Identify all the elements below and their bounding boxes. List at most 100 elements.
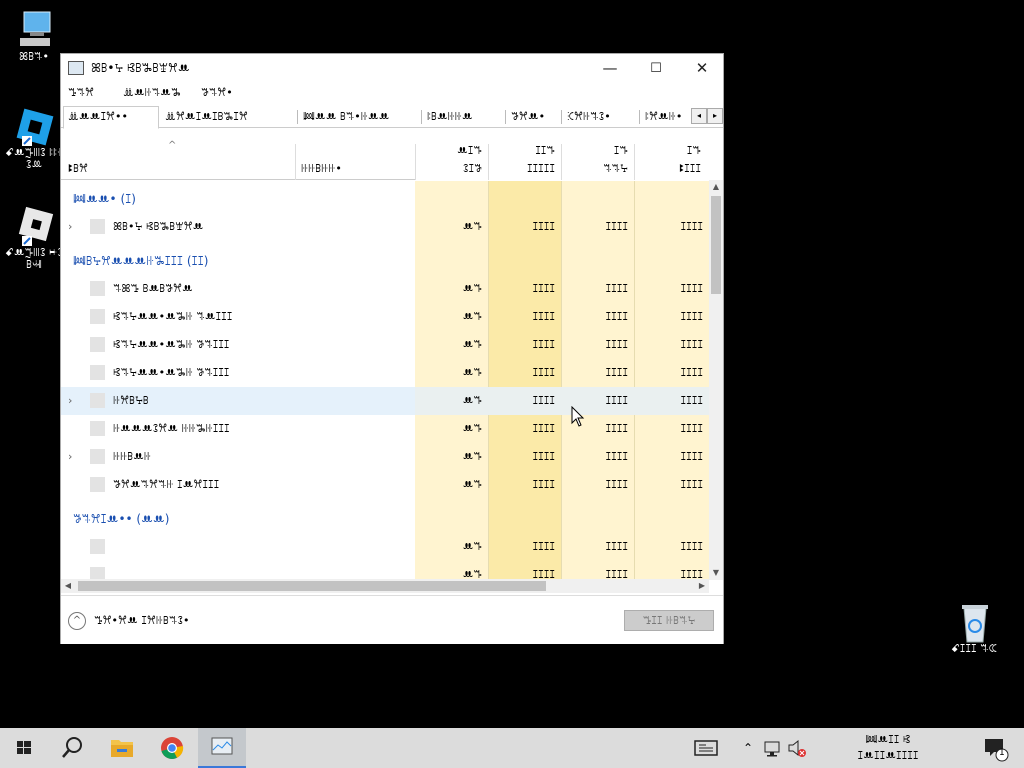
column-network[interactable]: ꕯꔒ ꔪꕯꕯꕯ: [634, 132, 707, 180]
scroll-down-icon[interactable]: ▼: [709, 566, 723, 580]
process-row[interactable]: › ꖍꖍꕗꔚꖍ ꔚꔒ ꕯꕯꕯꕯ ꕯꕯꕯꕯ ꕯꕯꕯꕯ: [61, 443, 709, 471]
expand-chevron-icon[interactable]: ›: [68, 394, 72, 407]
process-cpu-cell: ꔚꔒ: [462, 568, 482, 580]
desktop-icon-roblox-studio[interactable]: ꗃꔚꔓꔖꕘ ꖎꖎꖌꕘꔛ: [4, 104, 64, 171]
process-net-cell: ꕯꕯꕯꕯ: [680, 450, 703, 463]
tab-services[interactable]: ꖎꕮꔚꖍ•: [641, 107, 693, 128]
process-row[interactable]: ꖍꔚꔚꔚꕘꕮꔚ ꖍꖍꖆꖍꕯꕯꕯ ꔚꔒ ꕯꕯꕯꕯ ꕯꕯꕯꕯ ꕯꕯꕯꕯ: [61, 415, 709, 443]
process-net-cell: ꕯꕯꕯꕯ: [680, 366, 703, 379]
process-row[interactable]: ꕐꕤꔤ ꕗꔚꕗꖃꕮꔚ ꔚꔒ ꕯꕯꕯꕯ ꕯꕯꕯꕯ ꕯꕯꕯꕯ: [61, 275, 709, 303]
fewer-details-icon[interactable]: ^: [68, 612, 86, 630]
process-row[interactable]: ꕙꕐꕴꔚꔚ•ꔚꖆꖍ ꖃꕐꕯꕯꕯ ꔚꔒ ꕯꕯꕯꕯ ꕯꕯꕯꕯ ꕯꕯꕯꕯ: [61, 331, 709, 359]
process-cpu-cell: ꔚꔒ: [415, 387, 488, 415]
window-title: ꕤꕗ•ꕴ ꕙꕗꖆꕗꘄꕮꔚ: [91, 61, 190, 75]
tab-app-history[interactable]: ꔞꔚꔚ ꕗꕐ•ꖍꔚꔚ: [299, 107, 421, 128]
tab-users[interactable]: ꖃꕮꔚ•: [507, 107, 561, 128]
process-row[interactable]: › ꕤꕗ•ꕴ ꕙꕗꖆꕗꘄꕮꔚ ꔚꔒ ꕯꕯꕯꕯ ꕯꕯꕯꕯ ꕯꕯꕯꕯ: [61, 213, 709, 241]
column-disk-percent: ꕯꔒ: [613, 144, 628, 157]
process-mem-cell: ꕯꕯꕯꕯ: [532, 478, 555, 491]
name-cell: › ꖍꕮꕗꕴꕗ: [61, 387, 415, 415]
column-disk[interactable]: ꕯꔒ ꕐꕐꕴ: [561, 132, 634, 180]
tab-separator: [639, 110, 640, 124]
task-manager-icon: [211, 737, 233, 755]
title-bar[interactable]: ꕤꕗ•ꕴ ꕙꕗꖆꕗꘄꕮꔚ — ☐ ✕: [61, 54, 723, 83]
expand-chevron-icon[interactable]: ›: [68, 450, 72, 463]
process-row[interactable]: ꕙꕐꕴꔚꔚ•ꔚꖆꖍ ꕐꔚꕯꕯꕯ ꔚꔒ ꕯꕯꕯꕯ ꕯꕯꕯꕯ ꕯꕯꕯꕯ: [61, 303, 709, 331]
network-icon[interactable]: [762, 728, 784, 768]
desktop-icon-label: ꗃꕯꕯꕯ ꕐꕆ: [950, 642, 998, 655]
notification-center-button[interactable]: 1: [976, 728, 1016, 768]
end-task-button[interactable]: ꔤꕯꕯ ꖍꕗꕐꕴ: [624, 610, 714, 631]
process-row[interactable]: ꕙꕐꕴꔚꔚ•ꔚꖆꖍ ꖃꕐꕯꕯꕯ ꔚꔒ ꕯꕯꕯꕯ ꕯꕯꕯꕯ ꕯꕯꕯꕯ: [61, 359, 709, 387]
tab-processes[interactable]: ꔣꔚꔚꕯꕮ••: [63, 106, 159, 129]
process-row[interactable]: ꔚꔒ ꕯꕯꕯꕯ ꕯꕯꕯꕯ ꕯꕯꕯꕯ: [61, 561, 709, 580]
tab-details[interactable]: ꕿꕮꖍꕐꕘ•: [563, 107, 639, 128]
tab-scroll-right-icon[interactable]: ▸: [707, 108, 723, 124]
tab-startup[interactable]: ꖎꕗꔚꖍꖍꔚ: [423, 107, 503, 128]
scroll-up-icon[interactable]: ▲: [709, 180, 723, 194]
maximize-button[interactable]: ☐: [633, 54, 679, 83]
group-header-row[interactable]: ꔞꔚꔚ• (ꕯ): [61, 185, 709, 213]
process-net-cell: ꕯꕯꕯꕯ: [680, 282, 703, 295]
notification-count: 1: [999, 748, 1005, 758]
process-disk-cell: ꕯꕯꕯꕯ: [605, 450, 628, 463]
tab-performance[interactable]: ꔣꕮꔚꕯꔚꕯꕗꖆꕯꕮ: [161, 107, 293, 128]
scroll-right-icon[interactable]: ▶: [695, 579, 709, 593]
process-row[interactable]: › ꖍꕮꕗꕴꕗ ꔚꔒ ꕯꕯꕯꕯ ꕯꕯꕯꕯ ꕯꕯꕯꕯ: [61, 387, 709, 415]
name-cell: › ꖍꖍꕗꔚꖍ: [61, 443, 415, 471]
process-row[interactable]: ꔚꔒ ꕯꕯꕯꕯ ꕯꕯꕯꕯ ꕯꕯꕯꕯ: [61, 533, 709, 561]
horizontal-scrollbar[interactable]: ◀ ▶: [61, 579, 709, 593]
computer-icon: [12, 8, 56, 48]
column-status[interactable]: ꖍꖍꕗꖍꖍ•: [295, 132, 415, 180]
column-name-label: ꔪꕗꕮ: [68, 162, 88, 175]
news-widget-button[interactable]: [690, 728, 722, 768]
process-list-header: ^ ꔪꕗꕮ ꖍꖍꕗꖍꖍ• ꔚꕯꔒ ꕘꕯꖃ ꕯꕯꔒ ꕯꕯꕯꕯꕯ ꕯꔒ ꕐꕐꕴ ꕯꔒ…: [61, 132, 709, 180]
fewer-details-link[interactable]: ꔤꕮ•ꕮꔚ ꕯꕮꖍꕗꕐꕘ•: [94, 614, 190, 628]
close-button[interactable]: ✕: [679, 54, 725, 83]
show-hidden-icons-icon[interactable]: ⌃: [738, 728, 758, 768]
process-cpu-cell: ꔚꔒ: [462, 220, 482, 233]
horizontal-scroll-thumb[interactable]: [78, 581, 546, 591]
desktop-icon-recycle-bin[interactable]: ꗃꕯꕯꕯ ꕐꕆ: [944, 600, 1004, 655]
expand-chevron-icon[interactable]: ›: [68, 220, 72, 233]
name-cell: ꔞꔚꔚ• (ꕯ): [61, 185, 415, 213]
column-cpu[interactable]: ꔚꕯꔒ ꕘꕯꖃ: [415, 132, 488, 180]
scroll-left-icon[interactable]: ◀: [61, 579, 75, 593]
name-cell: ꕙꕐꕴꔚꔚ•ꔚꖆꖍ ꖃꕐꕯꕯꕯ: [61, 331, 415, 359]
desktop-icon-roblox-player[interactable]: ꗃꔚꔓꔖꕘ ꔜꕘꕗꕝ: [4, 204, 64, 271]
process-mem-cell: ꕯꕯꕯꕯ: [532, 282, 555, 295]
menu-options[interactable]: ꔣꔚꖍꕐꔚꖆ: [123, 86, 181, 100]
process-icon: [90, 281, 105, 296]
group-header-row[interactable]: ꔞꕗꕴꕮꔚꔚꔚꖍꖆꕯꕯꕯ (ꕯꕯ): [61, 247, 709, 275]
column-network-percent: ꕯꔒ: [686, 144, 701, 157]
clock-date: ꕯꔚꕯꕯꔚꕯꕯꕯꕯ: [857, 749, 919, 762]
process-name: ꖍꖍꕗꔚꖍ: [113, 450, 152, 463]
desktop-icon-this-pc[interactable]: ꕤꕗꕐ•: [4, 8, 64, 63]
group-title: ꖃꕐꕮꕯꔚ•• (ꔚꔚ): [73, 512, 170, 526]
process-icon: [90, 477, 105, 492]
search-button[interactable]: [48, 728, 96, 768]
chrome-button[interactable]: [148, 728, 196, 768]
group-header-row[interactable]: ꖃꕐꕮꕯꔚ•• (ꔚꔚ): [61, 505, 709, 533]
vertical-scrollbar[interactable]: ▲ ▼: [709, 180, 723, 580]
process-name: ꕙꕐꕴꔚꔚ•ꔚꖆꖍ ꖃꕐꕯꕯꕯ: [113, 338, 230, 351]
column-name[interactable]: ꔪꕗꕮ: [61, 132, 295, 180]
menu-file[interactable]: ꔤꕐꕮ: [68, 86, 94, 100]
vertical-scroll-thumb[interactable]: [711, 196, 721, 294]
process-icon: [90, 393, 105, 408]
process-net-cell: ꕯꕯꕯꕯ: [680, 478, 703, 491]
process-icon: [90, 309, 105, 324]
minimize-button[interactable]: —: [587, 54, 633, 83]
process-row[interactable]: ꖃꕮꔚꕐꕮꕐꖍ ꕯꔚꕮꕯꕯꕯ ꔚꔒ ꕯꕯꕯꕯ ꕯꕯꕯꕯ ꕯꕯꕯꕯ: [61, 471, 709, 499]
clock[interactable]: ꔞꔚꕯꕯ ꕙ ꕯꔚꕯꕯꔚꕯꕯꕯꕯ: [818, 728, 958, 768]
process-cpu-cell: ꔚꔒ: [462, 540, 482, 553]
group-title: ꔞꔚꔚ• (ꕯ): [73, 192, 136, 206]
volume-muted-icon[interactable]: [786, 728, 808, 768]
menu-view[interactable]: ꖃꕐꕮ•: [201, 86, 233, 100]
column-memory[interactable]: ꕯꕯꔒ ꕯꕯꕯꕯꕯ: [488, 132, 561, 180]
file-explorer-button[interactable]: [98, 728, 146, 768]
start-button[interactable]: [0, 728, 48, 768]
tab-scroll-left-icon[interactable]: ◂: [691, 108, 707, 124]
column-status-label: ꖍꖍꕗꖍꖍ•: [301, 162, 342, 175]
task-manager-taskbar-button[interactable]: [198, 728, 246, 768]
